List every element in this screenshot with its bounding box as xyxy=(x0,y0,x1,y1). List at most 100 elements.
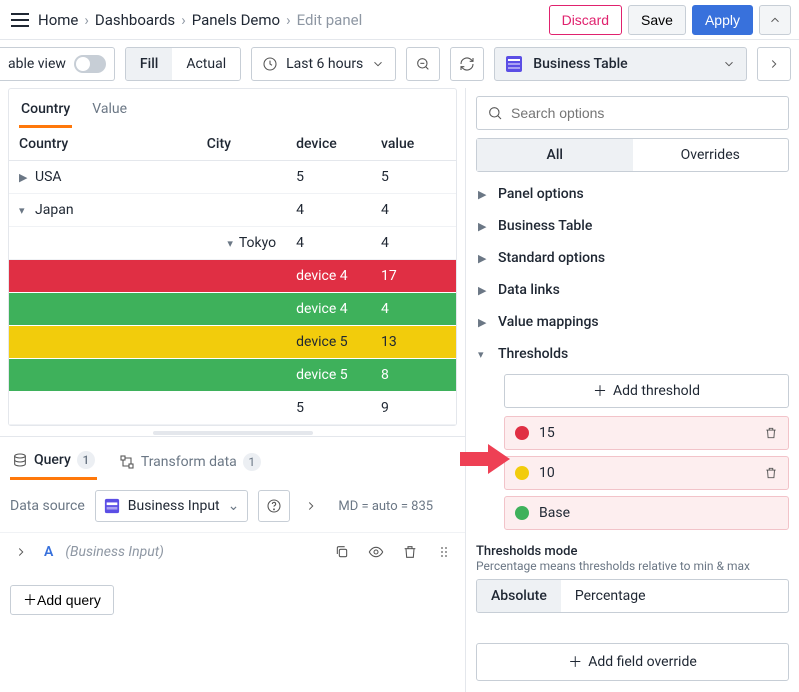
chevron-right-icon xyxy=(14,545,28,559)
toggle-query-visibility-button[interactable] xyxy=(365,541,387,563)
cell: 8 xyxy=(371,359,456,392)
table-view-toggle[interactable] xyxy=(74,55,106,73)
collapse-button[interactable] xyxy=(759,5,791,35)
time-range-picker[interactable]: Last 6 hours xyxy=(251,47,396,81)
threshold-item[interactable]: 15 xyxy=(504,416,789,450)
table-row[interactable]: device 58 xyxy=(9,359,456,392)
tab-query[interactable]: Query 1 xyxy=(10,443,97,480)
chevron-down-icon: ⌄ xyxy=(228,498,240,514)
datasource-select[interactable]: Business Input ⌄ xyxy=(95,490,249,522)
mode-percentage[interactable]: Percentage xyxy=(561,580,660,612)
table-row[interactable]: ▾Tokyo 4 4 xyxy=(9,227,456,260)
add-query-button[interactable]: ＋ Add query xyxy=(10,585,114,615)
crumb-dashboards[interactable]: Dashboards xyxy=(95,11,175,29)
clock-icon xyxy=(262,56,278,72)
section-label: Value mappings xyxy=(498,314,599,330)
expand-options-button[interactable] xyxy=(757,47,791,81)
threshold-item-base[interactable]: Base xyxy=(504,496,789,530)
datasource-help-button[interactable] xyxy=(258,490,290,522)
apply-button[interactable]: Apply xyxy=(692,5,753,35)
fill-actual-segment: Fill Actual xyxy=(125,47,241,81)
refresh-icon xyxy=(459,56,475,72)
threshold-color-swatch[interactable] xyxy=(515,466,529,480)
table-row[interactable]: device 513 xyxy=(9,326,456,359)
breadcrumb: Home › Dashboards › Panels Demo › Edit p… xyxy=(38,11,362,29)
cell: Japan xyxy=(35,202,74,218)
visualization-picker[interactable]: Business Table xyxy=(494,47,747,81)
add-field-override-button[interactable]: ＋ Add field override xyxy=(476,643,789,681)
fill-option[interactable]: Fill xyxy=(126,48,172,80)
section-thresholds[interactable]: ▾Thresholds xyxy=(476,338,789,370)
chevron-right-icon: ▶ xyxy=(478,188,490,201)
delete-threshold-button[interactable] xyxy=(764,466,778,480)
collapse-icon[interactable]: ▾ xyxy=(19,204,29,217)
threshold-item[interactable]: 10 xyxy=(504,456,789,490)
table-row[interactable]: ▶USA 5 5 xyxy=(9,161,456,194)
expand-icon[interactable]: ▶ xyxy=(19,171,29,184)
panel-tabs: Country Value xyxy=(9,89,456,128)
chevron-right-icon: ▶ xyxy=(478,316,490,329)
delete-query-button[interactable] xyxy=(399,541,421,563)
cell: 4 xyxy=(371,293,456,326)
visualization-name: Business Table xyxy=(533,56,627,72)
table-row[interactable]: 59 xyxy=(9,392,456,425)
section-value-mappings[interactable]: ▶ Value mappings xyxy=(476,306,789,338)
chevron-right-icon: › xyxy=(84,11,89,29)
section-business-table[interactable]: ▶Business Table xyxy=(476,210,789,242)
threshold-color-swatch[interactable] xyxy=(515,426,529,440)
seg-all[interactable]: All xyxy=(477,139,633,171)
seg-overrides[interactable]: Overrides xyxy=(633,139,789,171)
col-value[interactable]: value xyxy=(371,128,456,161)
duplicate-query-button[interactable] xyxy=(331,541,353,563)
query-count-badge: 1 xyxy=(77,451,95,469)
add-threshold-button[interactable]: ＋ Add threshold xyxy=(504,374,789,408)
eye-icon xyxy=(368,544,384,560)
query-options-expand[interactable] xyxy=(300,495,322,517)
table-row[interactable]: device 44 xyxy=(9,293,456,326)
transform-icon xyxy=(119,454,135,470)
threshold-color-swatch[interactable] xyxy=(515,506,529,520)
section-panel-options[interactable]: ▶Panel options xyxy=(476,178,789,210)
section-standard-options[interactable]: ▶Standard options xyxy=(476,242,789,274)
thresholds-mode-label: Thresholds mode xyxy=(476,544,789,559)
actual-option[interactable]: Actual xyxy=(172,48,240,80)
threshold-value[interactable]: 10 xyxy=(539,465,555,481)
table-row[interactable]: ▾Japan 4 4 xyxy=(9,194,456,227)
col-country[interactable]: Country xyxy=(9,128,197,161)
crumb-panels-demo[interactable]: Panels Demo xyxy=(192,11,280,29)
zoom-out-button[interactable] xyxy=(406,47,440,81)
all-overrides-segment: All Overrides xyxy=(476,138,789,172)
collapse-icon[interactable]: ▾ xyxy=(223,237,233,250)
query-expand[interactable] xyxy=(10,541,32,563)
search-input[interactable] xyxy=(511,105,778,121)
time-range-label: Last 6 hours xyxy=(286,56,363,72)
threshold-value[interactable]: 15 xyxy=(539,425,555,441)
drag-handle[interactable] xyxy=(433,541,455,563)
crumb-home[interactable]: Home xyxy=(38,11,78,29)
mode-absolute[interactable]: Absolute xyxy=(477,580,561,612)
datasource-name: Business Input xyxy=(128,498,220,514)
datasource-label: Data source xyxy=(10,498,85,514)
chevron-down-icon: ▾ xyxy=(478,348,490,361)
delete-threshold-button[interactable] xyxy=(764,426,778,440)
zoom-out-icon xyxy=(415,56,431,72)
tab-country[interactable]: Country xyxy=(19,97,72,128)
tab-value[interactable]: Value xyxy=(90,97,129,128)
col-city[interactable]: City xyxy=(197,128,286,161)
cell: 4 xyxy=(286,227,371,260)
col-device[interactable]: device xyxy=(286,128,371,161)
tab-transform[interactable]: Transform data 1 xyxy=(117,443,263,480)
refresh-button[interactable] xyxy=(450,47,484,81)
search-options[interactable] xyxy=(476,96,789,130)
annotation-arrow-icon xyxy=(460,444,510,474)
database-icon xyxy=(12,452,28,468)
add-field-override-label: Add field override xyxy=(588,654,697,670)
query-letter[interactable]: A xyxy=(44,544,53,560)
save-button[interactable]: Save xyxy=(628,5,686,35)
menu-icon[interactable] xyxy=(8,8,32,32)
section-data-links[interactable]: ▶Data links xyxy=(476,274,789,306)
cell: device 5 xyxy=(286,326,371,359)
search-icon xyxy=(487,105,503,121)
table-row[interactable]: device 417 xyxy=(9,260,456,293)
discard-button[interactable]: Discard xyxy=(549,5,622,35)
